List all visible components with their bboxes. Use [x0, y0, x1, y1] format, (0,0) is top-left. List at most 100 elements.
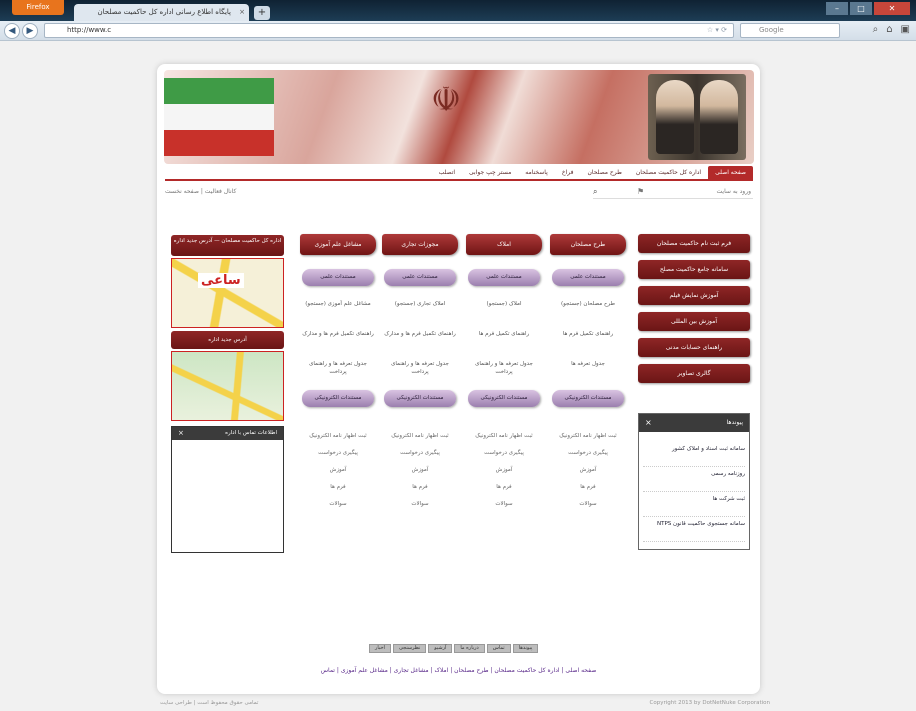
link[interactable]: پیگیری درخواست — [382, 449, 458, 466]
site-search-input[interactable]: ورود به سایت ⚑ ⌕ — [593, 187, 753, 199]
menu-item[interactable]: اتصلب — [432, 166, 462, 179]
list-item[interactable]: سامانه ثبت اسناد و املاک کشور — [643, 442, 745, 467]
service-pill[interactable]: مستندات علمی — [468, 269, 540, 286]
link[interactable]: پیگیری درخواست — [466, 449, 542, 466]
link[interactable]: فرم ها — [382, 483, 458, 500]
service-pill[interactable]: مستندات الکترونیکی — [302, 390, 374, 407]
link[interactable]: ثبت اظهار نامه الکترونیک — [300, 432, 376, 449]
map-image[interactable] — [171, 351, 284, 421]
service-header[interactable]: طرح مصلحان — [550, 234, 626, 255]
service-link[interactable]: املاک (جستجو) — [466, 300, 542, 316]
service-pill[interactable]: مستندات الکترونیکی — [384, 390, 456, 407]
service-link[interactable]: مشاغل علم آموزی (جستجو) — [300, 300, 376, 316]
service-column: مشاغل علم آموزی مستندات علمی مشاغل علم آ… — [300, 234, 376, 407]
link[interactable]: فرم ها — [550, 483, 626, 500]
url-text: http://www.c — [67, 26, 112, 34]
back-icon[interactable]: ◀ — [4, 23, 20, 39]
service-pill[interactable]: مستندات الکترونیکی — [468, 390, 540, 407]
link[interactable]: آموزش — [466, 466, 542, 483]
home-icon[interactable]: ⌂ — [886, 24, 892, 35]
map-image[interactable]: ساعی — [171, 258, 284, 328]
link[interactable]: سوالات — [550, 500, 626, 517]
service-link[interactable]: جدول تعرفه ها و راهنمای پرداخت — [382, 360, 458, 376]
new-tab-button[interactable]: + — [254, 6, 270, 20]
link[interactable]: ثبت اظهار نامه الکترونیک — [382, 432, 458, 449]
menu-item[interactable]: فراخ — [555, 166, 581, 179]
service-pill[interactable]: مستندات علمی — [384, 269, 456, 286]
contact-panel-header: اطلاعات تماس با اداره × — [172, 427, 283, 440]
service-pill[interactable]: مستندات الکترونیکی — [552, 390, 624, 407]
sidebar-button[interactable]: گالری تصاویر — [638, 364, 750, 383]
service-link[interactable]: راهنمای تکمیل فرم ها و مدارک — [300, 330, 376, 346]
service-link[interactable]: املاک تجاری (جستجو) — [382, 300, 458, 316]
link[interactable]: پیگیری درخواست — [300, 449, 376, 466]
address-subheader: آدرس جدید اداره — [171, 331, 284, 349]
browser-search-input[interactable]: Google — [740, 23, 840, 38]
close-window-icon[interactable]: ✕ — [874, 2, 910, 15]
list-item[interactable]: سامانه جستجوی حاکمیت قانون NTPS — [643, 517, 745, 542]
sidebar-button[interactable]: سامانه جامع حاکمیت مصلح — [638, 260, 750, 279]
service-link[interactable]: طرح مصلحان (جستجو) — [550, 300, 626, 316]
footer-button[interactable]: پیوندها — [512, 644, 539, 653]
link[interactable]: سوالات — [300, 500, 376, 517]
footer-button[interactable]: نظرسنجی — [392, 644, 427, 653]
service-header[interactable]: مشاغل علم آموزی — [300, 234, 376, 255]
service-column: املاک مستندات علمی املاک (جستجو) راهنمای… — [466, 234, 542, 407]
service-link[interactable]: جدول تعرفه ها و راهنمای پرداخت — [300, 360, 376, 376]
service-pill[interactable]: مستندات علمی — [552, 269, 624, 286]
forward-icon[interactable]: ▶ — [22, 23, 38, 39]
site-banner: ☫ — [164, 70, 754, 164]
tab-close-icon[interactable]: × — [239, 4, 245, 21]
menu-item[interactable]: صفحه اصلی — [708, 166, 753, 179]
menu-item[interactable]: پاسخنامه — [518, 166, 554, 179]
footer-links[interactable]: صفحه اصلی | اداره کل حاکمیت مصلحان | طرح… — [157, 667, 760, 674]
url-bar[interactable]: http://www.c ☆ ▾ ⟳ — [44, 23, 734, 38]
link[interactable]: ثبت اظهار نامه الکترونیک — [466, 432, 542, 449]
service-link[interactable]: راهنمای تکمیل فرم ها — [550, 330, 626, 346]
minimize-icon[interactable]: – — [826, 2, 848, 15]
breadcrumb[interactable]: کانال فعالیت | صفحه نخست — [165, 188, 236, 195]
menu-item[interactable]: اداره کل حاکمیت مصلحان — [629, 166, 708, 179]
link[interactable]: آموزش — [382, 466, 458, 483]
menu-item[interactable]: طرح مصلحان — [580, 166, 628, 179]
sidebar-button[interactable]: راهنمای حسابات مدنی — [638, 338, 750, 357]
link[interactable]: ثبت اظهار نامه الکترونیک — [550, 432, 626, 449]
footer-button[interactable]: درباره ما — [454, 644, 485, 653]
footer-buttons: پیوندها تماس درباره ما آرشیو نظرسنجی اخب… — [369, 644, 539, 653]
link[interactable]: فرم ها — [300, 483, 376, 500]
link[interactable]: سوالات — [382, 500, 458, 517]
sidebar-button[interactable]: آموزش بین المللی — [638, 312, 750, 331]
close-icon[interactable]: × — [178, 427, 184, 440]
footer-button[interactable]: اخبار — [369, 644, 391, 653]
bookmark-icon[interactable]: ▣ — [901, 24, 910, 35]
left-sidebar: اداره کل حاکمیت مصلحان — آدرس جدید اداره… — [171, 235, 284, 553]
browser-tab[interactable]: پایگاه اطلاع رسانی اداره کل حاکمیت مصلحا… — [74, 4, 249, 21]
service-header[interactable]: املاک — [466, 234, 542, 255]
service-pill[interactable]: مستندات علمی — [302, 269, 374, 286]
link[interactable]: فرم ها — [466, 483, 542, 500]
sidebar-button[interactable]: آموزش نمایش فیلم — [638, 286, 750, 305]
close-icon[interactable]: × — [645, 414, 652, 432]
list-item[interactable]: روزنامه رسمی — [643, 467, 745, 492]
link[interactable]: آموزش — [550, 466, 626, 483]
service-link[interactable]: راهنمای تکمیل فرم ها — [466, 330, 542, 346]
map-label: ساعی — [198, 273, 244, 288]
page-container: ☫ صفحه اصلی اداره کل حاکمیت مصلحان طرح م… — [157, 64, 760, 694]
service-link[interactable]: جدول تعرفه ها و راهنمای پرداخت — [466, 360, 542, 376]
link[interactable]: سوالات — [466, 500, 542, 517]
link[interactable]: پیگیری درخواست — [550, 449, 626, 466]
search-icon[interactable]: ⌕ — [873, 24, 879, 35]
sidebar-button[interactable]: فرم ثبت نام حاکمیت مصلحان — [638, 234, 750, 253]
link[interactable]: آموزش — [300, 466, 376, 483]
service-link[interactable]: راهنمای تکمیل فرم ها و مدارک — [382, 330, 458, 346]
search-icon[interactable]: ⌕ — [593, 187, 597, 197]
service-header[interactable]: مجوزات تجاری — [382, 234, 458, 255]
maximize-icon[interactable]: □ — [850, 2, 872, 15]
footer-button[interactable]: تماس — [486, 644, 511, 653]
firefox-menu-button[interactable]: Firefox — [12, 0, 64, 15]
service-link[interactable]: جدول تعرفه ها — [550, 360, 626, 376]
menu-item[interactable]: مستر چپ جوابی — [462, 166, 518, 179]
list-item[interactable]: ثبت شرکت ها — [643, 492, 745, 517]
reload-icon[interactable]: ☆ ▾ ⟳ — [707, 24, 727, 37]
footer-button[interactable]: آرشیو — [428, 644, 453, 653]
